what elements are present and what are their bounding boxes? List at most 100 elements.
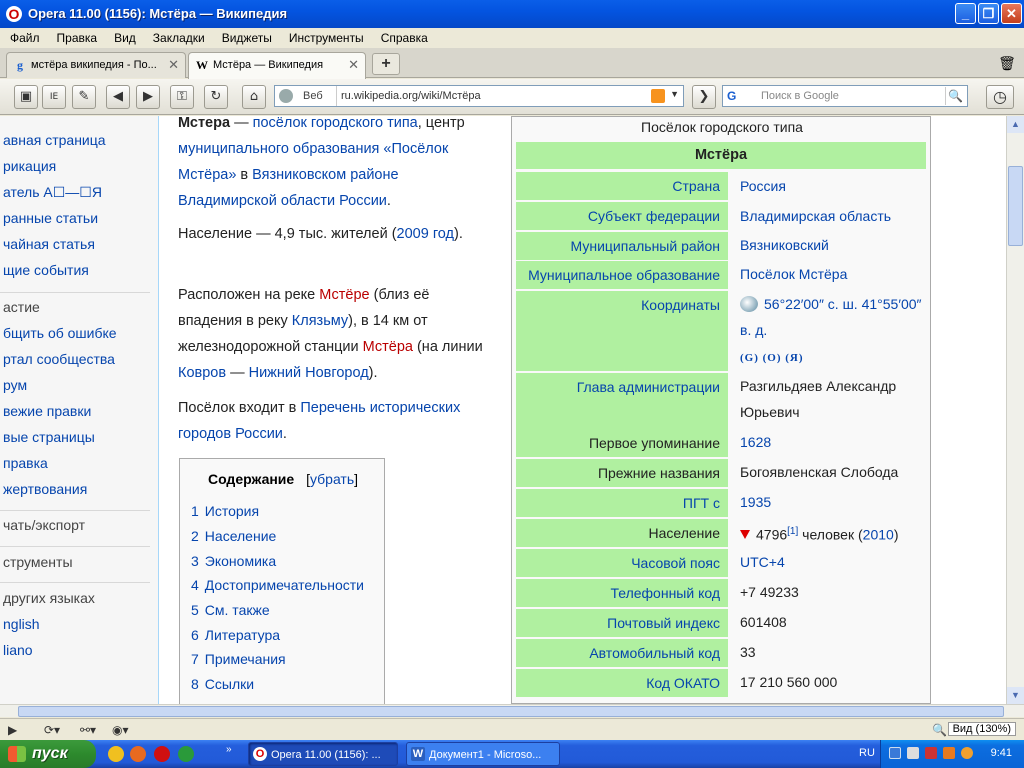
- link-mstyora-river[interactable]: Мстёре: [319, 287, 369, 303]
- infobox-label-municipality[interactable]: Муниципальное образование: [516, 261, 728, 289]
- sidebar-item-community-portal[interactable]: ртал сообщества: [3, 351, 115, 367]
- menu-widgets[interactable]: Виджеты: [212, 28, 279, 48]
- scroll-up-arrow-icon[interactable]: ▲: [1007, 116, 1024, 133]
- sidebar-item-rubrics[interactable]: рикация: [3, 158, 56, 174]
- search-input[interactable]: Поиск в Google: [761, 86, 839, 106]
- infobox-label-subject[interactable]: Субъект федерации: [516, 202, 728, 230]
- menu-file[interactable]: Файл: [0, 28, 47, 48]
- quicklaunch-app-icon[interactable]: [108, 746, 124, 762]
- window-titlebar[interactable]: O Opera 11.00 (1156): Мстёра — Википедия…: [0, 0, 1024, 28]
- toc-item[interactable]: 7 Примечания: [191, 651, 286, 667]
- firefox-icon[interactable]: [130, 746, 146, 762]
- toc-item[interactable]: 2 Население: [191, 528, 276, 544]
- toc-item[interactable]: 5 См. также: [191, 602, 270, 618]
- tab-google-search[interactable]: g мстёра википедия - По... ✕: [6, 52, 186, 78]
- infobox-value-first-mention[interactable]: 1628: [740, 429, 926, 455]
- turbo-icon[interactable]: ◉▾: [112, 722, 129, 738]
- search-icon[interactable]: 🔍: [945, 87, 965, 105]
- opera-icon[interactable]: [154, 746, 170, 762]
- tray-update-icon[interactable]: [961, 747, 973, 759]
- new-tab-button[interactable]: +: [372, 53, 400, 75]
- sidebar-lang-english[interactable]: nglish: [3, 616, 40, 632]
- zoom-level[interactable]: Вид (130%): [947, 722, 1016, 736]
- go-arrow-icon[interactable]: ❯: [692, 85, 716, 109]
- history-clock-icon[interactable]: ◷: [986, 85, 1014, 109]
- language-indicator[interactable]: RU: [859, 747, 875, 759]
- infobox-label-car-code[interactable]: Автомобильный код: [516, 639, 728, 667]
- population-year-link[interactable]: 2010: [863, 527, 894, 543]
- taskbar-item-opera[interactable]: O Opera 11.00 (1156): ...: [248, 742, 398, 766]
- panel-toggle-icon[interactable]: ▶: [8, 722, 17, 738]
- sidebar-heading-languages[interactable]: других языках: [3, 590, 95, 606]
- link-klyazma[interactable]: Клязьму: [292, 313, 348, 329]
- scrollbar-thumb[interactable]: [1008, 166, 1023, 246]
- footnote-link[interactable]: [1]: [787, 526, 798, 537]
- infobox-value-pgt-since[interactable]: 1935: [740, 489, 926, 515]
- scroll-down-arrow-icon[interactable]: ▼: [1007, 687, 1024, 704]
- horizontal-scrollbar[interactable]: [0, 704, 1024, 717]
- infobox-label-district[interactable]: Муниципальный район: [516, 232, 728, 260]
- sync-icon[interactable]: ⟳▾: [44, 722, 60, 738]
- menu-tools[interactable]: Инструменты: [279, 28, 371, 48]
- wand-key-icon[interactable]: ⚿: [170, 85, 194, 109]
- taskbar-item-word[interactable]: W Документ1 - Microso...: [406, 742, 560, 766]
- sidebar-item-featured[interactable]: ранные статьи: [3, 210, 98, 226]
- infobox-label-head[interactable]: Глава администрации: [516, 373, 728, 433]
- search-box[interactable]: G Поиск в Google 🔍: [722, 85, 968, 107]
- globe-icon[interactable]: [740, 296, 758, 312]
- sidebar-lang-italiano[interactable]: liano: [3, 642, 33, 658]
- infobox-label-postal-code[interactable]: Почтовый индекс: [516, 609, 728, 637]
- tray-app-icon[interactable]: [943, 747, 955, 759]
- sidebar-item-recent-changes[interactable]: вежие правки: [3, 403, 91, 419]
- sidebar-heading-print-export[interactable]: чать/экспорт: [3, 517, 85, 533]
- infobox-label-coordinates[interactable]: Координаты: [516, 291, 728, 371]
- link-vladimir-oblast[interactable]: Владимирской области: [178, 193, 335, 209]
- infobox-value-timezone[interactable]: UTC+4: [740, 549, 926, 575]
- infobox-value-municipality[interactable]: Посёлок Мстёра: [740, 261, 926, 287]
- sidebar-item-donations[interactable]: жертвования: [3, 481, 87, 497]
- sidebar-item-random[interactable]: чайная статья: [3, 236, 95, 252]
- url-text[interactable]: ru.wikipedia.org/wiki/Мстёра: [341, 86, 481, 106]
- toc-item[interactable]: 6 Литература: [191, 627, 280, 643]
- home-icon[interactable]: ⌂: [242, 85, 266, 109]
- map-links[interactable]: (G) (O) (Я): [740, 352, 804, 364]
- minimize-button[interactable]: _: [955, 3, 976, 24]
- link-russia[interactable]: России: [339, 193, 387, 209]
- link-vyaznikovsky-district[interactable]: Вязниковском районе: [252, 167, 398, 183]
- sidebar-item-report-error[interactable]: бщить об ошибке: [3, 325, 117, 341]
- trash-icon[interactable]: 🗑: [996, 52, 1018, 74]
- reload-icon[interactable]: ↻: [204, 85, 228, 109]
- link-pgt[interactable]: посёлок городского типа: [253, 116, 418, 131]
- infobox-value-subject[interactable]: Владимирская область: [740, 203, 926, 229]
- tab-wikipedia[interactable]: W Мстёра — Википедия ✕: [188, 52, 366, 79]
- quicklaunch-expand-icon[interactable]: »: [226, 744, 232, 755]
- maximize-button[interactable]: ❐: [978, 3, 999, 24]
- link-kovrov[interactable]: Ковров: [178, 365, 226, 381]
- tab-close-icon[interactable]: ✕: [168, 53, 179, 77]
- infobox-value-country[interactable]: Россия: [740, 173, 926, 199]
- google-engine-icon[interactable]: G: [727, 88, 736, 104]
- menu-view[interactable]: Вид: [104, 28, 143, 48]
- sidebar-item-main-page[interactable]: авная страница: [3, 132, 106, 148]
- tray-network-icon[interactable]: [889, 747, 901, 759]
- menu-bookmarks[interactable]: Закладки: [143, 28, 212, 48]
- infobox-label-pgt-since[interactable]: ПГТ с: [516, 489, 728, 517]
- horizontal-scrollbar-thumb[interactable]: [18, 706, 1004, 717]
- panel-toggle-icon[interactable]: ▣: [14, 85, 38, 109]
- toc-item[interactable]: 3 Экономика: [191, 553, 276, 569]
- sidebar-heading-tools[interactable]: струменты: [3, 554, 73, 570]
- sidebar-item-forum[interactable]: рум: [3, 377, 27, 393]
- unite-icon[interactable]: ⚯▾: [80, 722, 96, 738]
- link-mstyora-station[interactable]: Мстёра: [363, 339, 413, 355]
- infobox-value-district[interactable]: Вязниковский: [740, 232, 926, 258]
- toc-item[interactable]: 1 История: [191, 503, 259, 519]
- rss-feed-icon[interactable]: [651, 89, 665, 103]
- ie-mode-icon[interactable]: IE: [42, 85, 66, 109]
- forward-arrow-icon[interactable]: ▶: [136, 85, 160, 109]
- back-arrow-icon[interactable]: ◀: [106, 85, 130, 109]
- toc-item[interactable]: 4 Достопримечательности: [191, 577, 364, 593]
- sidebar-item-index[interactable]: атель А☐—☐Я: [3, 184, 102, 201]
- infobox-label-country[interactable]: Страна: [516, 172, 728, 200]
- menu-help[interactable]: Справка: [371, 28, 435, 48]
- link-2009-year[interactable]: 2009 год: [397, 226, 454, 242]
